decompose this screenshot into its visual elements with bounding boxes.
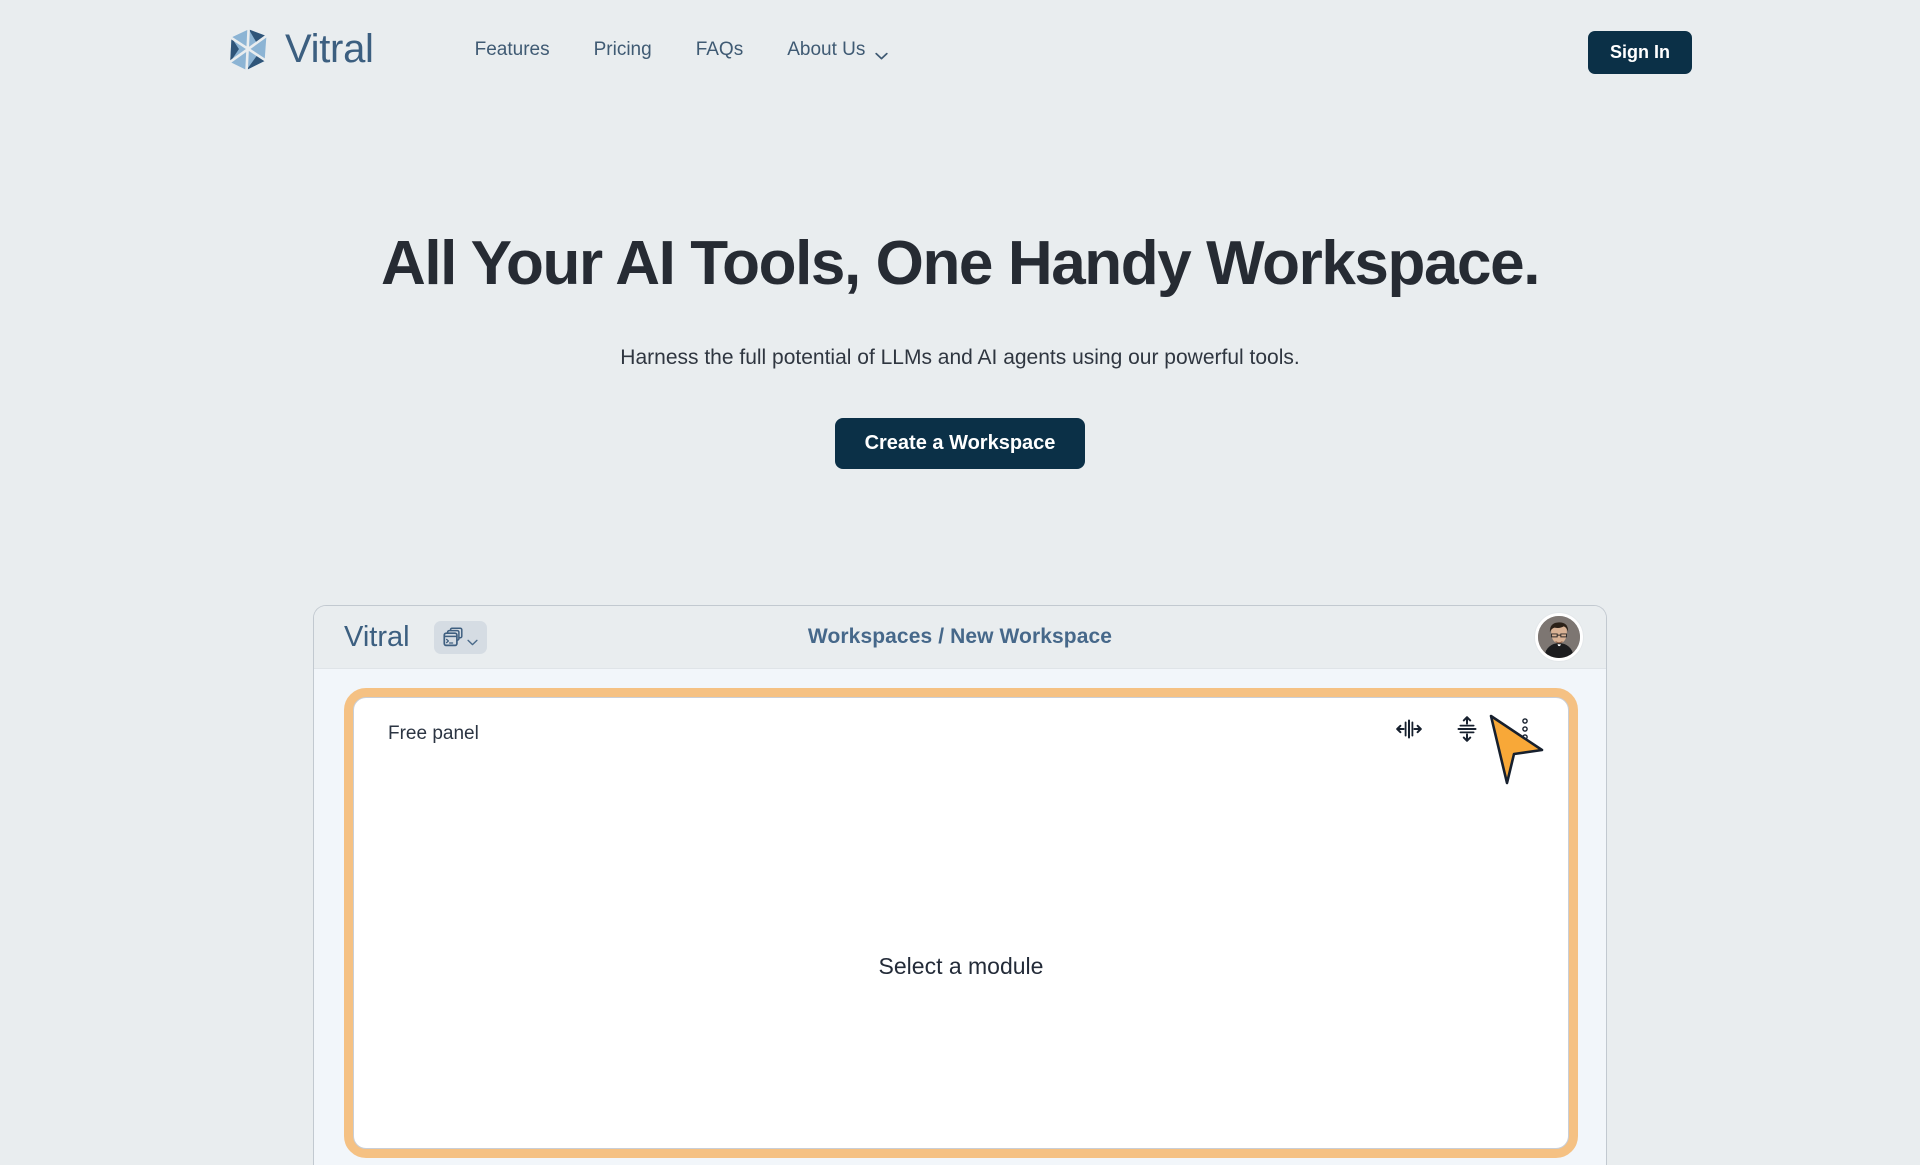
create-workspace-button[interactable]: Create a Workspace [834, 418, 1086, 470]
split-horizontal-icon[interactable] [1394, 714, 1424, 744]
chevron-down-icon [875, 45, 889, 60]
hero-section: All Your AI Tools, One Handy Workspace. … [0, 98, 1920, 470]
gem-logo-icon [226, 27, 271, 72]
workspace-switcher-button[interactable] [433, 620, 487, 654]
site-header: Vitral Features Pricing FAQs About Us Si… [0, 0, 1920, 98]
stacked-windows-terminal-icon [442, 626, 464, 648]
avatar[interactable] [1535, 613, 1583, 661]
app-preview-window: Vitral Workspaces / New Workspace Free p… [313, 605, 1607, 1165]
breadcrumb-text[interactable]: Workspaces / New Workspace [808, 625, 1112, 648]
breadcrumb: Workspaces / New Workspace [314, 625, 1606, 649]
panel-focus-ring: Free panel Select a module [344, 688, 1578, 1158]
sign-in-button[interactable]: Sign In [1588, 31, 1692, 74]
more-options-icon[interactable] [1510, 714, 1540, 744]
panel-title: Free panel [388, 723, 479, 744]
panel-toolbar [1394, 714, 1540, 744]
brand-logo-link[interactable]: Vitral [226, 27, 374, 72]
panel-empty-state: Select a module [878, 953, 1044, 979]
nav-item-about-us[interactable]: About Us [765, 30, 910, 69]
split-vertical-icon[interactable] [1452, 714, 1482, 744]
nav-item-features[interactable]: Features [453, 30, 572, 69]
user-avatar-photo [1538, 616, 1580, 658]
app-brand-name: Vitral [344, 620, 410, 653]
hero-title: All Your AI Tools, One Handy Workspace. [380, 229, 1540, 298]
chevron-down-icon [467, 634, 478, 645]
app-window-header: Vitral Workspaces / New Workspace [314, 606, 1606, 669]
main-navigation: Features Pricing FAQs About Us [453, 30, 911, 69]
brand-name: Vitral [285, 27, 374, 71]
nav-item-faqs[interactable]: FAQs [674, 30, 766, 69]
nav-item-about-us-label: About Us [787, 38, 866, 60]
hero-subtitle: Harness the full potential of LLMs and A… [620, 346, 1300, 370]
free-panel[interactable]: Free panel Select a module [353, 697, 1569, 1149]
nav-item-pricing[interactable]: Pricing [572, 30, 674, 69]
